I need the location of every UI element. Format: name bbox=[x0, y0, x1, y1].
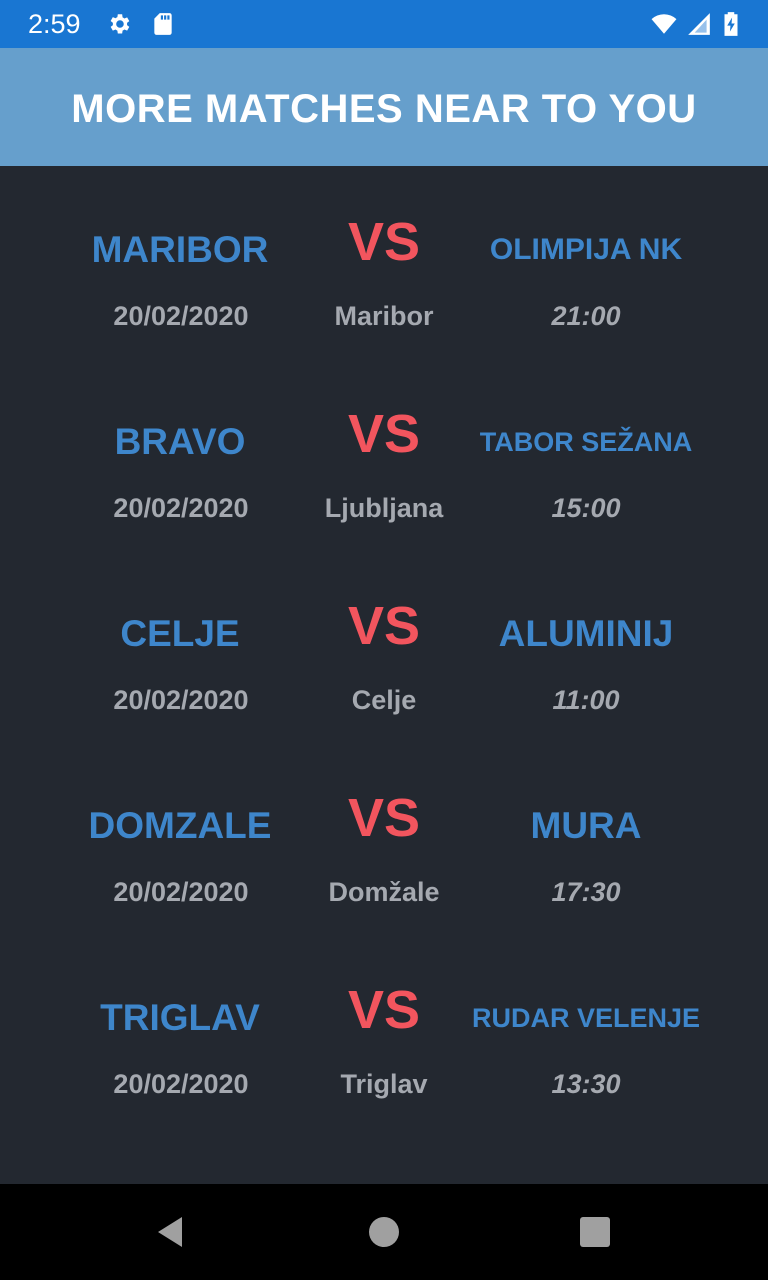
home-team: CELJE bbox=[120, 613, 240, 654]
vs-label: VS bbox=[347, 212, 421, 272]
match-date: 20/02/2020 bbox=[113, 877, 249, 907]
home-team: MARIBOR bbox=[91, 229, 269, 270]
vs-label: VS bbox=[347, 788, 421, 848]
status-bar: 2:59 bbox=[0, 0, 768, 48]
match-time: 13:30 bbox=[551, 1069, 621, 1099]
match-venue: Ljubljana bbox=[324, 493, 444, 523]
match-list: MARIBOR VS OLIMPIJA NK 20/02/2020 Maribo… bbox=[0, 166, 768, 1184]
match-venue: Celje bbox=[351, 685, 417, 715]
away-team: RUDAR VELENJE bbox=[471, 1003, 701, 1033]
away-team: OLIMPIJA NK bbox=[489, 233, 683, 266]
match-card[interactable]: BRAVO VS TABOR SEŽANA 20/02/2020 Ljublja… bbox=[0, 380, 768, 540]
match-venue: Maribor bbox=[334, 301, 434, 331]
match-venue: Domžale bbox=[328, 877, 440, 907]
cell-signal-icon bbox=[686, 11, 712, 37]
match-time: 15:00 bbox=[551, 493, 621, 523]
match-date: 20/02/2020 bbox=[113, 1069, 249, 1099]
match-card[interactable]: CELJE VS ALUMINIJ 20/02/2020 Celje 11:00 bbox=[0, 572, 768, 732]
home-icon[interactable] bbox=[366, 1214, 402, 1250]
home-team: TRIGLAV bbox=[100, 997, 260, 1038]
home-team: DOMZALE bbox=[88, 805, 272, 846]
match-date: 20/02/2020 bbox=[113, 685, 249, 715]
match-time: 17:30 bbox=[551, 877, 621, 907]
vs-label: VS bbox=[347, 404, 421, 464]
battery-charging-icon bbox=[720, 11, 742, 37]
match-date: 20/02/2020 bbox=[113, 493, 249, 523]
away-team: TABOR SEŽANA bbox=[479, 427, 693, 457]
page-title: MORE MATCHES NEAR TO YOU bbox=[71, 87, 697, 131]
vs-label: VS bbox=[347, 980, 421, 1040]
vs-label: VS bbox=[347, 596, 421, 656]
status-time: 2:59 bbox=[28, 9, 81, 39]
wifi-icon bbox=[648, 11, 680, 37]
navigation-bar bbox=[0, 1184, 768, 1280]
match-card[interactable]: TRIGLAV VS RUDAR VELENJE 20/02/2020 Trig… bbox=[0, 956, 768, 1116]
match-time: 21:00 bbox=[551, 301, 621, 331]
gear-icon bbox=[106, 11, 132, 37]
away-team: ALUMINIJ bbox=[498, 613, 674, 654]
home-team: BRAVO bbox=[114, 421, 246, 462]
match-date: 20/02/2020 bbox=[113, 301, 249, 331]
away-team: MURA bbox=[530, 805, 642, 846]
match-venue: Triglav bbox=[340, 1069, 428, 1099]
sd-card-icon bbox=[150, 11, 176, 37]
back-icon[interactable] bbox=[152, 1214, 188, 1250]
match-card[interactable]: DOMZALE VS MURA 20/02/2020 Domžale 17:30 bbox=[0, 764, 768, 924]
recents-icon[interactable] bbox=[577, 1214, 613, 1250]
header-bar: MORE MATCHES NEAR TO YOU bbox=[0, 48, 768, 166]
match-time: 11:00 bbox=[552, 685, 620, 715]
match-card[interactable]: MARIBOR VS OLIMPIJA NK 20/02/2020 Maribo… bbox=[0, 188, 768, 348]
